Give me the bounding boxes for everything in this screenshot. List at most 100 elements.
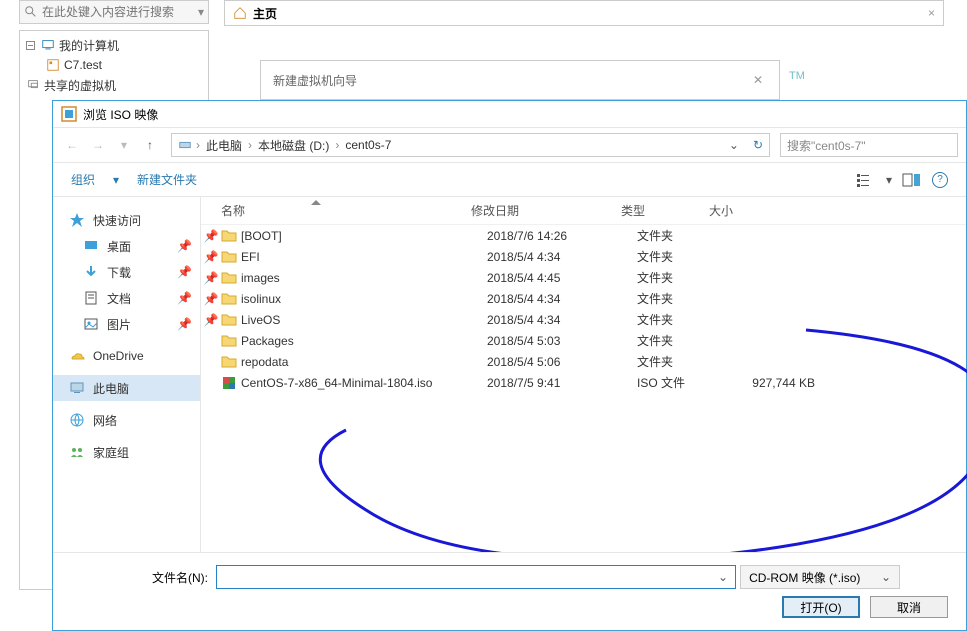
file-name: images [237,271,467,285]
file-row[interactable]: 📌LiveOS2018/5/4 4:34文件夹 [201,309,966,330]
file-date: 2018/5/4 4:34 [467,313,617,327]
file-date: 2018/5/4 5:03 [467,334,617,348]
folder-icon [221,270,237,286]
places-sidebar: 快速访问 桌面📌 下载📌 文档📌 图片📌 OneDrive 此电脑 网络 家庭组 [53,197,201,555]
file-name: EFI [237,250,467,264]
downloads-icon [83,264,99,280]
file-row[interactable]: 📌isolinux2018/5/4 4:34文件夹 [201,288,966,309]
onedrive-icon [69,348,85,364]
disk-icon [178,138,192,152]
file-type: 文件夹 [617,311,705,328]
nav-fwd-icon: → [87,134,109,156]
crumb-folder[interactable]: cent0s-7 [343,138,393,152]
help-icon[interactable]: ? [932,172,948,188]
tree-root[interactable]: 我的计算机 [26,35,202,55]
file-type: ISO 文件 [617,374,705,391]
sidebar-downloads[interactable]: 下载📌 [53,259,200,285]
file-name: CentOS-7-x86_64-Minimal-1804.iso [237,376,467,390]
preview-pane-icon[interactable] [902,172,922,188]
main-tab-bar: 主页 × [224,0,944,26]
close-icon[interactable]: ✕ [749,69,767,91]
file-row[interactable]: repodata2018/5/4 5:06文件夹 [201,351,966,372]
file-date: 2018/5/4 4:34 [467,250,617,264]
folder-search[interactable]: 搜索"cent0s-7" [780,133,958,157]
dialog-footer: 文件名(N): ⌄ CD-ROM 映像 (*.iso)⌄ 打开(O) 取消 [53,552,966,630]
file-name: Packages [237,334,467,348]
file-row[interactable]: 📌[BOOT]2018/7/6 14:26文件夹 [201,225,966,246]
sidebar-homegroup[interactable]: 家庭组 [53,439,200,465]
pin-icon: 📌 [177,317,192,331]
path-dropdown-icon[interactable]: ⌄ [725,138,743,152]
sidebar-onedrive[interactable]: OneDrive [53,343,200,369]
pin-icon: 📌 [177,265,192,279]
dialog-titlebar: 浏览 ISO 映像 [53,101,966,127]
app-search[interactable]: ▾ [19,0,209,24]
col-date[interactable]: 修改日期 [451,202,601,219]
desktop-icon [83,238,99,254]
crumb-disk[interactable]: 本地磁盘 (D:) [256,137,331,154]
pin-icon: 📌 [201,229,221,243]
file-date: 2018/5/4 4:45 [467,271,617,285]
pin-icon: 📌 [201,313,221,327]
nav-back-icon[interactable]: ← [61,134,83,156]
file-type: 文件夹 [617,269,705,286]
filename-input[interactable] [216,565,736,589]
crumb-pc[interactable]: 此电脑 [204,137,244,154]
file-row[interactable]: 📌images2018/5/4 4:45文件夹 [201,267,966,288]
tree-vm[interactable]: C7.test [46,55,202,75]
filename-dropdown-icon[interactable]: ⌄ [718,570,728,584]
home-icon [233,6,247,20]
tab-close-icon[interactable]: × [928,6,935,20]
pin-icon: 📌 [201,250,221,264]
network-icon [69,412,85,428]
iso-icon [221,375,237,391]
sidebar-thispc[interactable]: 此电脑 [53,375,200,401]
collapse-icon[interactable] [26,41,35,50]
search-icon [24,5,38,19]
col-name[interactable]: 名称 [201,202,451,219]
file-row[interactable]: CentOS-7-x86_64-Minimal-1804.iso2018/7/5… [201,372,966,393]
chevron-down-icon: ⌄ [881,570,891,584]
sidebar-quick-access[interactable]: 快速访问 [53,207,200,233]
file-row[interactable]: Packages2018/5/4 5:03文件夹 [201,330,966,351]
nav-drop-icon[interactable]: ▾ [113,134,135,156]
tab-home[interactable]: 主页 [253,5,277,22]
file-name: [BOOT] [237,229,467,243]
open-button[interactable]: 打开(O) [782,596,860,618]
sidebar-network[interactable]: 网络 [53,407,200,433]
pictures-icon [83,316,99,332]
shared-icon [26,78,40,92]
folder-icon [221,333,237,349]
filter-combo[interactable]: CD-ROM 映像 (*.iso)⌄ [740,565,900,589]
file-date: 2018/7/6 14:26 [467,229,617,243]
file-name: repodata [237,355,467,369]
organize-button[interactable]: 组织 [71,171,95,188]
sidebar-pictures[interactable]: 图片📌 [53,311,200,337]
tree-shared[interactable]: 共享的虚拟机 [26,75,202,95]
view-mode-icon[interactable] [856,172,876,188]
refresh-icon[interactable]: ↻ [753,138,763,152]
file-type: 文件夹 [617,332,705,349]
cancel-button[interactable]: 取消 [870,596,948,618]
col-type[interactable]: 类型 [601,202,689,219]
nav-up-icon[interactable]: ↑ [139,134,161,156]
col-size[interactable]: 大小 [689,202,789,219]
star-icon [69,212,85,228]
column-headers: 名称 修改日期 类型 大小 [201,197,966,225]
pin-icon: 📌 [177,291,192,305]
search-dropdown-icon[interactable]: ▾ [198,5,204,19]
sidebar-documents[interactable]: 文档📌 [53,285,200,311]
app-search-input[interactable] [42,5,198,19]
computer-icon [41,38,55,52]
breadcrumb-path[interactable]: › 此电脑› 本地磁盘 (D:)› cent0s-7 ⌄ ↻ [171,133,770,157]
file-date: 2018/5/4 4:34 [467,292,617,306]
file-row[interactable]: 📌EFI2018/5/4 4:34文件夹 [201,246,966,267]
file-open-dialog: 浏览 ISO 映像 ← → ▾ ↑ › 此电脑› 本地磁盘 (D:)› cent… [52,100,967,631]
sidebar-desktop[interactable]: 桌面📌 [53,233,200,259]
pin-icon: 📌 [177,239,192,253]
sort-asc-icon [311,200,321,205]
vmware-icon [61,106,77,122]
new-folder-button[interactable]: 新建文件夹 [137,171,197,188]
folder-icon [221,228,237,244]
pin-icon: 📌 [201,292,221,306]
